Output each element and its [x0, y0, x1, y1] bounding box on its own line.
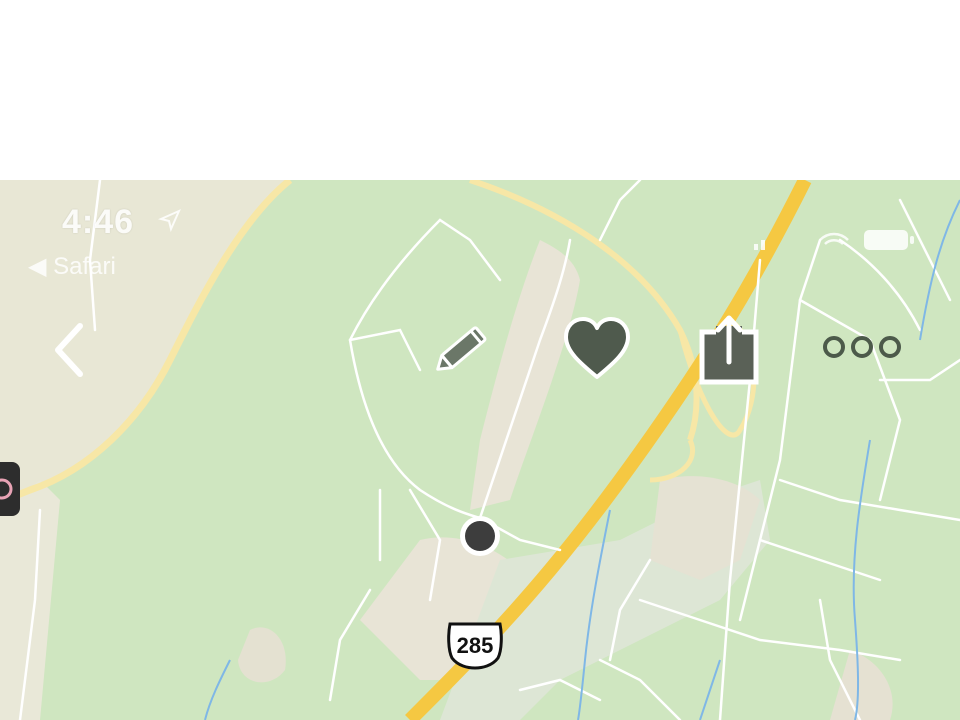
highway-number: 285: [456, 633, 494, 658]
highway-shield-285: 285: [444, 620, 506, 670]
pencil-icon: [436, 326, 487, 371]
favorite-button[interactable]: [560, 313, 634, 385]
share-button[interactable]: [694, 310, 764, 388]
battery-icon: [864, 230, 914, 250]
wifi-icon: [819, 232, 849, 245]
share-icon: [699, 315, 759, 385]
heart-icon: [564, 317, 630, 379]
back-button[interactable]: chevron-left-icon: [48, 320, 90, 380]
poi-marker[interactable]: [0, 462, 22, 516]
map-view[interactable]: 4:46 ◀ Safari chevron-left-icon: [0, 180, 960, 720]
location-arrow-icon: [158, 209, 181, 232]
signal-icon: [754, 240, 765, 250]
blank-top-area: [0, 0, 960, 180]
current-location-dot[interactable]: [458, 514, 502, 558]
more-button[interactable]: [818, 332, 906, 362]
status-indicators: [754, 230, 914, 250]
status-time: 4:46: [62, 203, 135, 241]
back-to-app-link[interactable]: ◀ Safari: [28, 252, 116, 281]
more-icon: [823, 336, 901, 358]
edit-button[interactable]: [424, 312, 502, 384]
